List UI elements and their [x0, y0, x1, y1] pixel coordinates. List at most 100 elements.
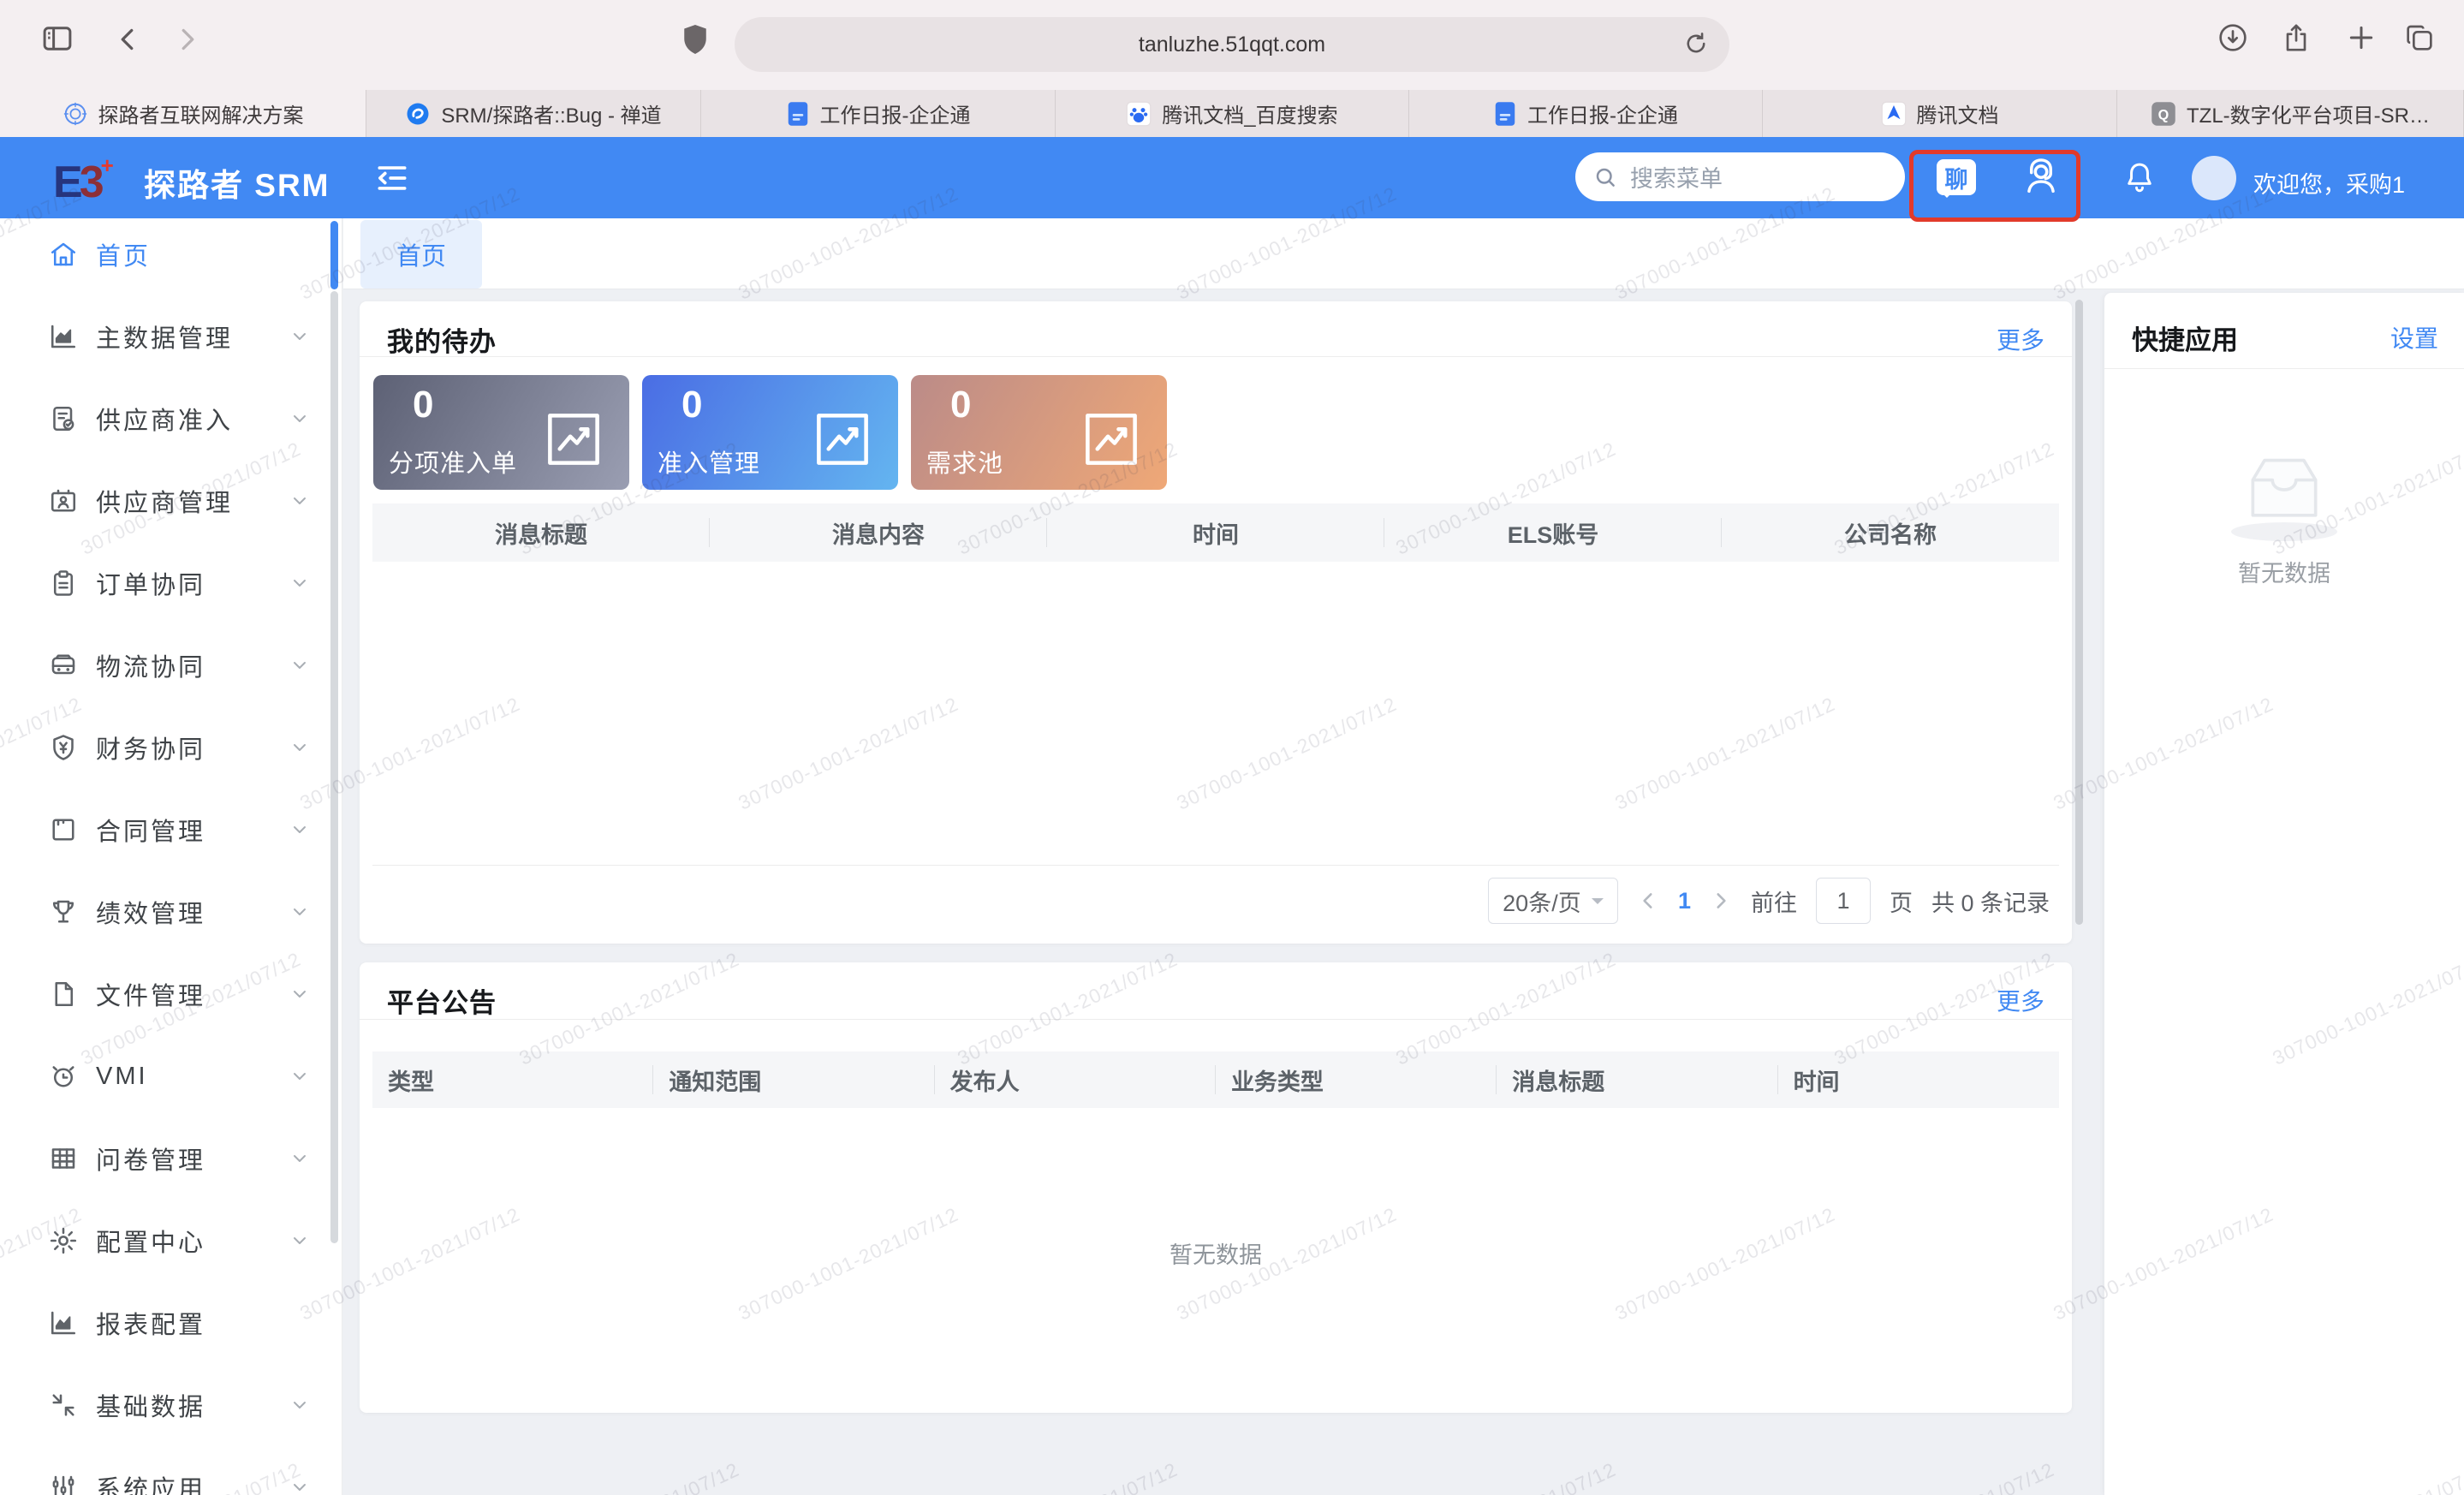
tab-overview-button[interactable] [2402, 21, 2437, 55]
sidebar-item-label: 文件管理 [96, 976, 205, 1012]
prev-page-button[interactable] [1637, 890, 1659, 912]
chevron-down-icon [289, 1395, 310, 1415]
menu-search-input[interactable]: 搜索菜单 [1575, 152, 1905, 201]
trend-square-icon [809, 406, 876, 473]
sidebar-item-label: 合同管理 [96, 812, 205, 848]
share-button[interactable] [2279, 21, 2313, 55]
tab-home[interactable]: 首页 [360, 220, 482, 289]
browser-tab-3[interactable]: 腾讯文档_百度搜索 [1056, 90, 1409, 137]
vendor-card-icon [48, 485, 79, 516]
browser-tab-label: 腾讯文档_百度搜索 [1162, 98, 1337, 128]
report-chart-icon [48, 1307, 79, 1338]
browser-tab-5[interactable]: 腾讯文档 [1763, 90, 2117, 137]
goto-page-input[interactable]: 1 [1816, 878, 1871, 924]
todo-stat-cards: 0 分项准入单 0准入管理0需求池 [373, 375, 1167, 490]
sidebar-item-主数据管理[interactable]: 主数据管理 [0, 295, 342, 378]
downloads-button[interactable] [2216, 21, 2250, 55]
browser-tab-label: 腾讯文档 [1917, 98, 1999, 128]
browser-tab-1[interactable]: SRM/探路者::Bug - 禅道 [366, 90, 701, 137]
sidebar-item-配置中心[interactable]: 配置中心 [0, 1200, 342, 1282]
page-number-1[interactable]: 1 [1678, 888, 1691, 914]
browser-tab-label: 工作日报-企企通 [1527, 98, 1678, 128]
new-tab-button[interactable] [2344, 21, 2378, 55]
truck-icon [48, 650, 79, 681]
doc-check-icon [48, 403, 79, 434]
chart-icon [48, 321, 79, 352]
address-bar[interactable]: tanluzhe.51qqt.com [735, 17, 1729, 72]
watermark-text: 307000-1001-2021/07/12 [515, 1458, 743, 1495]
sidebar-item-label: 首页 [96, 236, 151, 272]
sidebar-item-label: 主数据管理 [96, 319, 233, 354]
sidebar-item-label: 系统应用 [96, 1469, 205, 1495]
sidebar-item-绩效管理[interactable]: 绩效管理 [0, 871, 342, 953]
sidebar-item-合同管理[interactable]: 合同管理 [0, 789, 342, 871]
sidebar-item-供应商准入[interactable]: 供应商准入 [0, 378, 342, 460]
sidebar-item-基础数据[interactable]: 基础数据 [0, 1364, 342, 1446]
chevron-down-icon [289, 655, 310, 676]
todo-card-准入管理[interactable]: 0准入管理 [642, 375, 898, 490]
sidebar-toggle-icon[interactable] [39, 21, 75, 57]
todo-card-label: 分项准入单 [389, 444, 517, 479]
todo-card-分项准入单[interactable]: 0 分项准入单 [373, 375, 629, 490]
url-text: tanluzhe.51qqt.com [1139, 33, 1325, 57]
page-size-select[interactable]: 20条/页 [1488, 878, 1618, 924]
browser-tab-4[interactable]: 工作日报-企企通 [1409, 90, 1763, 137]
announcement-more-link[interactable]: 更多 [1997, 983, 2044, 1017]
sidebar-item-label: 供应商准入 [96, 401, 233, 437]
todo-table-header: 消息标题消息内容时间ELS账号公司名称 [372, 503, 2059, 562]
sidebar-item-报表配置[interactable]: 报表配置 [0, 1282, 342, 1364]
todo-card-需求池[interactable]: 0需求池 [911, 375, 1167, 490]
sidebar-item-订单协同[interactable]: 订单协同 [0, 542, 342, 624]
chevron-down-icon [289, 1066, 310, 1087]
todo-more-link[interactable]: 更多 [1997, 322, 2044, 356]
sidebar-item-物流协同[interactable]: 物流协同 [0, 624, 342, 706]
q-favicon: Q [2151, 101, 2176, 127]
sidebar-menu: 首页主数据管理供应商准入供应商管理订单协同物流协同财务协同合同管理绩效管理文件管… [0, 218, 342, 1495]
collapse-menu-icon[interactable] [373, 159, 411, 197]
reload-icon[interactable] [1681, 29, 1711, 58]
user-avatar[interactable] [2192, 156, 2236, 200]
column-header-时间: 时间 [1047, 503, 1384, 562]
chevron-down-icon [289, 408, 310, 429]
clipboard-icon [48, 568, 79, 599]
column-header-消息内容: 消息内容 [710, 503, 1047, 562]
browser-tab-label: 工作日报-企企通 [820, 98, 971, 128]
empty-tray-icon [2237, 452, 2331, 527]
sidebar-scrollbar-thumb[interactable] [330, 291, 338, 1243]
browser-tab-0[interactable]: 探路者互联网解决方案 [0, 90, 366, 137]
next-page-button[interactable] [1710, 890, 1732, 912]
browser-toolbar: tanluzhe.51qqt.com [0, 0, 2464, 90]
browser-tab-2[interactable]: 工作日报-企企通 [701, 90, 1056, 137]
sidebar-item-系统应用[interactable]: 系统应用 [0, 1446, 342, 1495]
main-scrollbar-thumb[interactable] [2075, 300, 2083, 925]
privacy-shield-icon[interactable] [681, 22, 710, 57]
goto-label: 前往 [1751, 884, 1797, 918]
back-button[interactable] [113, 24, 144, 55]
compass-favicon [62, 101, 88, 127]
browser-tab-6[interactable]: QTZL-数字化平台项目-SR… [2117, 90, 2464, 137]
sidebar-item-文件管理[interactable]: 文件管理 [0, 953, 342, 1035]
forward-button[interactable] [171, 24, 202, 55]
sidebar-item-供应商管理[interactable]: 供应商管理 [0, 460, 342, 542]
divider [372, 865, 2059, 866]
sidebar-item-问卷管理[interactable]: 问卷管理 [0, 1117, 342, 1200]
trend-square-icon [540, 406, 607, 473]
sidebar-scrollbar-active[interactable] [330, 221, 338, 289]
divider [360, 356, 2072, 357]
app-header: E3+ 探路者 SRM [0, 137, 2464, 218]
content-tab-bar: 首页 [343, 218, 2464, 289]
sidebar-item-财务协同[interactable]: 财务协同 [0, 706, 342, 789]
chevron-down-icon [289, 1230, 310, 1251]
browser-tab-label: 探路者互联网解决方案 [98, 98, 304, 128]
sidebar-item-label: 配置中心 [96, 1223, 205, 1259]
sidebar-item-VMI[interactable]: VMI [0, 1035, 342, 1117]
browser-tab-strip: 探路者互联网解决方案 SRM/探路者::Bug - 禅道 工作日报-企企通 腾讯文档_… [0, 90, 2464, 137]
quick-apps-settings-link[interactable]: 设置 [2390, 320, 2438, 354]
todo-card-count: 0 [413, 384, 433, 426]
announcement-title: 平台公告 [387, 981, 497, 1020]
column-header-消息标题: 消息标题 [1497, 1051, 1777, 1108]
sidebar-item-首页[interactable]: 首页 [0, 213, 342, 295]
todo-card-label: 需求池 [926, 444, 1003, 479]
notification-bell-icon[interactable] [2122, 159, 2157, 195]
sidebar-item-label: 基础数据 [96, 1387, 205, 1423]
